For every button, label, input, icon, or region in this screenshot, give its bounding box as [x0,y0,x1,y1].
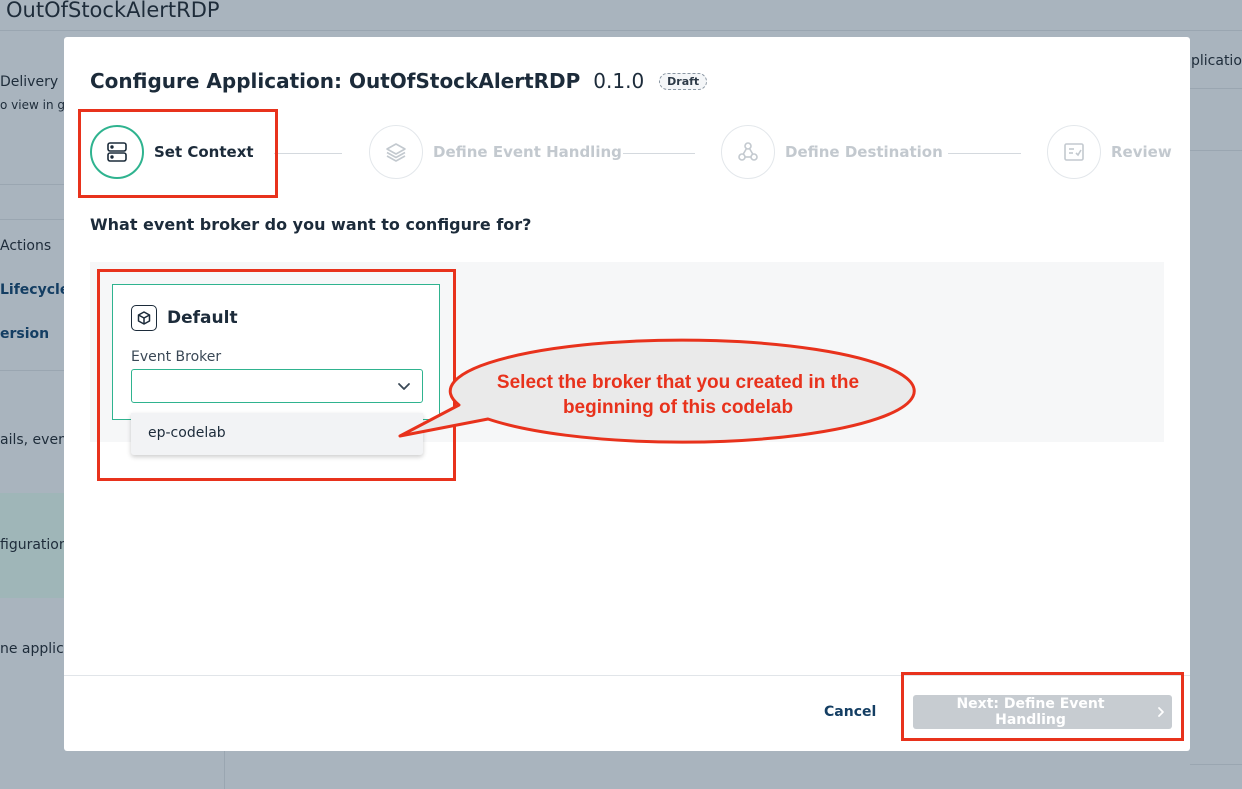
layers-icon [386,143,406,162]
step-circle [721,125,775,179]
bg-right-tab: plication [1191,53,1242,69]
step-connector [948,153,1021,154]
bg-sidebar-text: o view in gr [0,98,70,112]
status-badge: Draft [659,73,708,90]
event-broker-label: Event Broker [131,349,222,365]
step-review[interactable]: Review [1047,125,1172,179]
step-connector [274,153,342,154]
step-label: Review [1111,143,1172,161]
step-define-event-handling[interactable]: Define Event Handling [369,125,622,179]
step-label: Set Context [154,143,254,161]
bg-sidebar-text: Delivery F [0,74,71,90]
broker-question: What event broker do you want to configu… [90,215,532,234]
annotation-callout-text: Select the broker that you created in th… [496,372,860,418]
bg-sidebar-link: ersion [0,326,50,342]
checklist-icon [1064,143,1084,161]
step-label: Define Event Handling [433,143,622,161]
divider [224,751,225,789]
divider [0,219,64,220]
card-header: Default [131,305,238,331]
step-circle [1047,125,1101,179]
divider [1190,150,1242,151]
modal-title-prefix: Configure Application: [90,69,342,93]
webhook-icon [738,142,758,161]
modal-app-name: OutOfStockAlertRDP [348,69,581,93]
bg-sidebar-text: ails, even [0,432,67,448]
bg-sidebar-text: ne applic [0,641,64,657]
step-label: Define Destination [785,143,943,161]
step-circle [369,125,423,179]
modal-title: Configure Application: OutOfStockAlertRD… [90,69,708,93]
step-circle [90,125,144,179]
divider [1190,764,1242,765]
chevron-right-icon [1158,707,1164,717]
environment-card-default: Default Event Broker [112,284,440,420]
server-icon [107,142,127,162]
divider [0,370,64,371]
next-button-label: Next: Define Event Handling [956,696,1105,728]
chevron-down-icon [398,383,410,390]
modal-version: 0.1.0 [593,69,645,93]
bg-sidebar-text: figuration [0,537,68,553]
cube-icon [131,305,157,331]
bg-sidebar-link: Lifecycle [0,282,70,298]
card-title: Default [167,308,238,328]
dropdown-option-ep-codelab[interactable]: ep-codelab [148,425,226,441]
step-connector [623,153,695,154]
next-define-event-handling-button[interactable]: Next: Define Event Handling [913,695,1172,729]
divider [1190,88,1242,89]
cancel-button[interactable]: Cancel [824,704,876,720]
header-divider [0,30,1242,31]
step-define-destination[interactable]: Define Destination [721,125,943,179]
bg-sidebar-text: Actions [0,238,52,254]
event-broker-dropdown: ep-codelab [131,413,423,455]
app-title: OutOfStockAlertRDP [6,0,220,22]
footer-divider [64,675,1190,676]
event-broker-select[interactable] [131,369,423,403]
divider [0,184,64,185]
step-set-context[interactable]: Set Context [90,125,254,179]
